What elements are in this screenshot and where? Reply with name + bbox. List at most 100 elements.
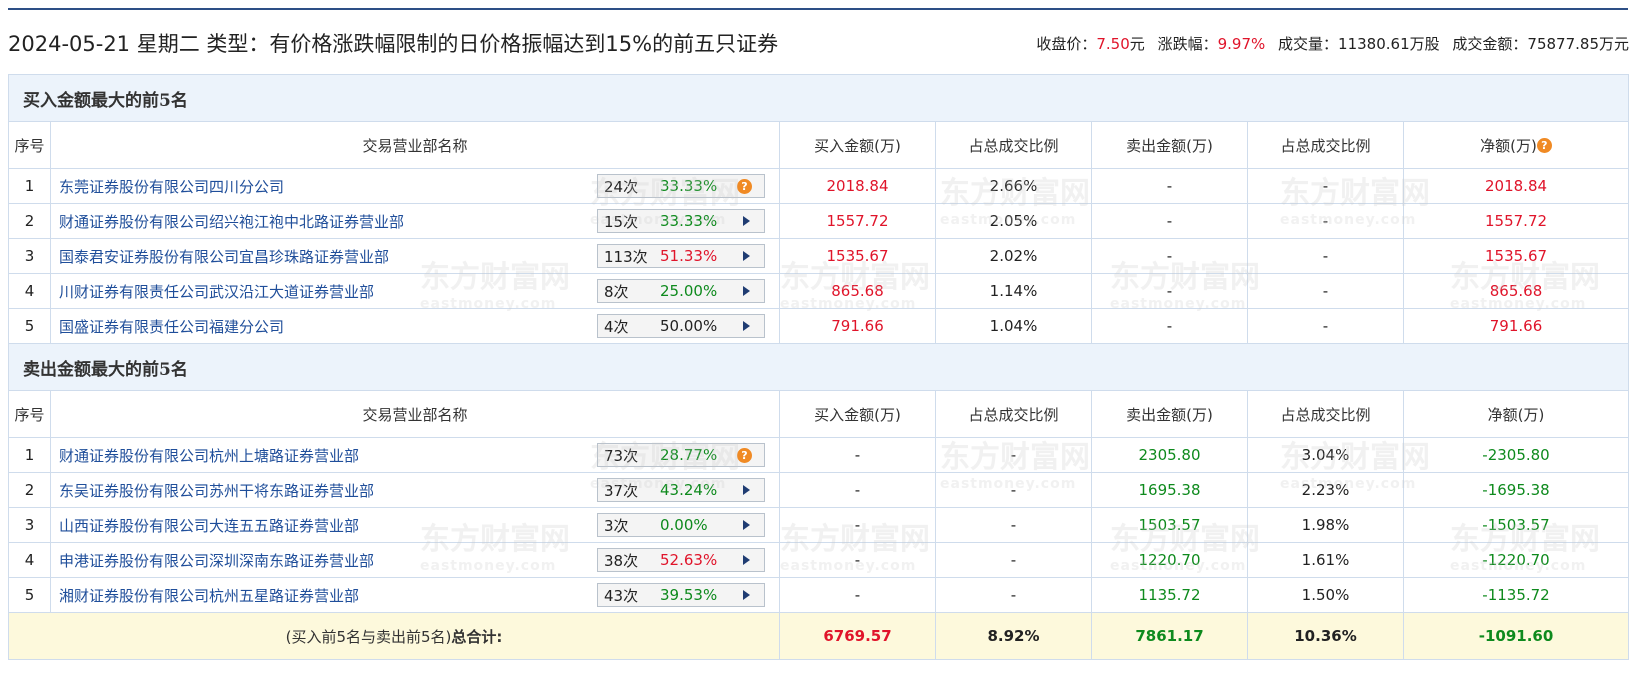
total-row: (买入前5名与卖出前5名)总合计: 6769.57 8.92% 7861.17 10.3… xyxy=(8,612,1630,660)
help-icon[interactable]: ? xyxy=(737,179,752,194)
broker-link[interactable]: 申港证券股份有限公司深圳深南东路证券营业部 xyxy=(59,550,374,571)
table-row[interactable]: 1 财通证券股份有限公司杭州上塘路证券营业部 73次 28.77%? - -2305.80… xyxy=(8,437,1630,473)
column-header-label: 交易营业部名称 xyxy=(362,136,468,155)
total-net: -1091.60 xyxy=(1402,612,1630,660)
play-arrow-icon[interactable] xyxy=(743,485,750,495)
sell-amount: 1135.72 xyxy=(1091,577,1248,613)
sell-section-title-row: 卖出金额最大的前5名 xyxy=(7,343,1630,391)
volume-value: 11380.61万股 xyxy=(1338,35,1440,53)
row-index: 3 xyxy=(8,507,51,543)
buy-ratio: 1.14% xyxy=(935,273,1092,309)
page-title: 2024-05-21 星期二 类型：有价格涨跌幅限制的日价格振幅达到15%的前五… xyxy=(8,32,779,56)
broker-wrap: 川财证券有限责任公司武汉沿江大道证券营业部 8次 25.00% xyxy=(51,279,779,303)
net-amount: -1220.70 xyxy=(1402,542,1630,578)
sell-amount: - xyxy=(1091,203,1248,239)
buy-amount: 791.66 xyxy=(779,308,936,344)
play-arrow-icon[interactable] xyxy=(743,555,750,565)
win-rate: 0.00% xyxy=(660,516,708,534)
broker-stats-button[interactable]: 43次 39.53% xyxy=(597,583,765,607)
help-icon[interactable]: ? xyxy=(1536,137,1552,153)
row-index: 2 xyxy=(8,472,51,508)
sell-ratio: 1.61% xyxy=(1247,542,1404,578)
sell-amount: 1220.70 xyxy=(1091,542,1248,578)
play-arrow-icon[interactable] xyxy=(743,286,750,296)
win-rate: 43.24% xyxy=(660,481,718,499)
column-header: 占总成交比例 xyxy=(935,121,1092,169)
appearance-count: 4次 xyxy=(604,317,629,336)
close-value: 7.50 xyxy=(1096,35,1130,53)
broker-stats-button[interactable]: 24次 33.33%? xyxy=(597,174,765,198)
sell-section-header-row: 序号 交易营业部名称 买入金额(万) 占总成交比例 卖出金额(万) 占总成交比例 净额(万) xyxy=(8,390,1630,438)
table-row[interactable]: 1 东莞证券股份有限公司四川分公司 24次 33.33%? 2018.84 2.66% - -… xyxy=(8,168,1630,204)
play-arrow-icon[interactable] xyxy=(743,216,750,226)
broker-link[interactable]: 东莞证券股份有限公司四川分公司 xyxy=(59,176,284,197)
table-row[interactable]: 3 山西证券股份有限公司大连五五路证券营业部 3次 0.00% - -1503.57 1.9… xyxy=(8,507,1630,543)
sell-ratio: - xyxy=(1247,168,1404,204)
broker-wrap: 财通证券股份有限公司杭州上塘路证券营业部 73次 28.77%? xyxy=(51,443,779,467)
help-icon[interactable]: ? xyxy=(737,448,752,463)
broker-stats-button[interactable]: 15次 33.33% xyxy=(597,209,765,233)
broker-link[interactable]: 湘财证券股份有限公司杭州五星路证券营业部 xyxy=(59,585,359,606)
broker-cell: 财通证券股份有限公司绍兴袍江袍中北路证券营业部 15次 33.33% xyxy=(50,203,780,239)
table-row[interactable]: 5 国盛证券有限责任公司福建分公司 4次 50.00% 791.66 1.04% - -791… xyxy=(8,308,1630,344)
buy-ratio: - xyxy=(935,507,1092,543)
table-row[interactable]: 2 财通证券股份有限公司绍兴袍江袍中北路证券营业部 15次 33.33% 1557.72… xyxy=(8,203,1630,239)
broker-link[interactable]: 山西证券股份有限公司大连五五路证券营业部 xyxy=(59,515,359,536)
column-header-label: 卖出金额(万) xyxy=(1126,405,1213,424)
play-arrow-icon[interactable] xyxy=(743,590,750,600)
broker-cell: 财通证券股份有限公司杭州上塘路证券营业部 73次 28.77%? xyxy=(50,437,780,473)
sell-amount: - xyxy=(1091,273,1248,309)
total-label-bold: 总合计: xyxy=(451,627,503,646)
broker-stats-button[interactable]: 4次 50.00% xyxy=(597,314,765,338)
broker-link[interactable]: 川财证券有限责任公司武汉沿江大道证券营业部 xyxy=(59,281,374,302)
win-rate: 50.00% xyxy=(660,317,718,335)
win-rate: 33.33% xyxy=(660,177,718,195)
total-label-prefix: (买入前5名与卖出前5名) xyxy=(285,627,452,646)
volume-label: 成交量： xyxy=(1278,35,1339,53)
table-row[interactable]: 4 川财证券有限责任公司武汉沿江大道证券营业部 8次 25.00% 865.68 1.14… xyxy=(8,273,1630,309)
buy-section-header-row: 序号 交易营业部名称 买入金额(万) 占总成交比例 卖出金额(万) 占总成交比例 净额(万)… xyxy=(8,121,1630,169)
change-value: 9.97% xyxy=(1217,35,1266,53)
broker-link[interactable]: 国泰君安证券股份有限公司宜昌珍珠路证券营业部 xyxy=(59,246,389,267)
total-sell: 7861.17 xyxy=(1091,612,1248,660)
stock-stats: 收盘价：7.50元 涨跌幅：9.97% 成交量：11380.61万股 成交金额：… xyxy=(1036,33,1629,54)
net-amount: -1135.72 xyxy=(1402,577,1630,613)
column-header-label: 序号 xyxy=(14,136,45,155)
column-header-label: 交易营业部名称 xyxy=(362,405,468,424)
broker-stats-button[interactable]: 113次 51.33% xyxy=(597,244,765,268)
broker-wrap: 东莞证券股份有限公司四川分公司 24次 33.33%? xyxy=(51,174,779,198)
column-header: 买入金额(万) xyxy=(779,121,936,169)
broker-stats-button[interactable]: 38次 52.63% xyxy=(597,548,765,572)
play-arrow-icon[interactable] xyxy=(743,520,750,530)
broker-stats-button[interactable]: 3次 0.00% xyxy=(597,513,765,537)
total-buy: 6769.57 xyxy=(779,612,936,660)
column-header-label: 买入金额(万) xyxy=(814,405,901,424)
broker-stats-button[interactable]: 37次 43.24% xyxy=(597,478,765,502)
table-row[interactable]: 5 湘财证券股份有限公司杭州五星路证券营业部 43次 39.53% - -1135.72 1… xyxy=(8,577,1630,613)
buy-ratio: 2.02% xyxy=(935,238,1092,274)
buy-ratio: - xyxy=(935,437,1092,473)
play-arrow-icon[interactable] xyxy=(743,251,750,261)
appearance-count: 38次 xyxy=(604,551,639,570)
row-index: 3 xyxy=(8,238,51,274)
broker-link[interactable]: 国盛证券有限责任公司福建分公司 xyxy=(59,316,284,337)
row-index: 1 xyxy=(8,168,51,204)
total-label: (买入前5名与卖出前5名)总合计: xyxy=(8,612,780,660)
broker-link[interactable]: 东吴证券股份有限公司苏州干将东路证券营业部 xyxy=(59,480,374,501)
win-rate: 51.33% xyxy=(660,247,718,265)
sell-amount: 1503.57 xyxy=(1091,507,1248,543)
broker-link[interactable]: 财通证券股份有限公司杭州上塘路证券营业部 xyxy=(59,445,359,466)
broker-link[interactable]: 财通证券股份有限公司绍兴袍江袍中北路证券营业部 xyxy=(59,211,404,232)
column-header-label: 买入金额(万) xyxy=(814,136,901,155)
column-header: 占总成交比例 xyxy=(1247,390,1404,438)
table-row[interactable]: 4 申港证券股份有限公司深圳深南东路证券营业部 38次 52.63% - -1220.70… xyxy=(8,542,1630,578)
table-row[interactable]: 3 国泰君安证券股份有限公司宜昌珍珠路证券营业部 113次 51.33% 1535.67… xyxy=(8,238,1630,274)
broker-stats-button[interactable]: 8次 25.00% xyxy=(597,279,765,303)
play-arrow-icon[interactable] xyxy=(743,321,750,331)
column-header: 占总成交比例 xyxy=(1247,121,1404,169)
net-amount: 1557.72 xyxy=(1402,203,1630,239)
row-index: 4 xyxy=(8,542,51,578)
appearance-count: 8次 xyxy=(604,282,629,301)
table-row[interactable]: 2 东吴证券股份有限公司苏州干将东路证券营业部 37次 43.24% - -1695.38… xyxy=(8,472,1630,508)
broker-stats-button[interactable]: 73次 28.77%? xyxy=(597,443,765,467)
